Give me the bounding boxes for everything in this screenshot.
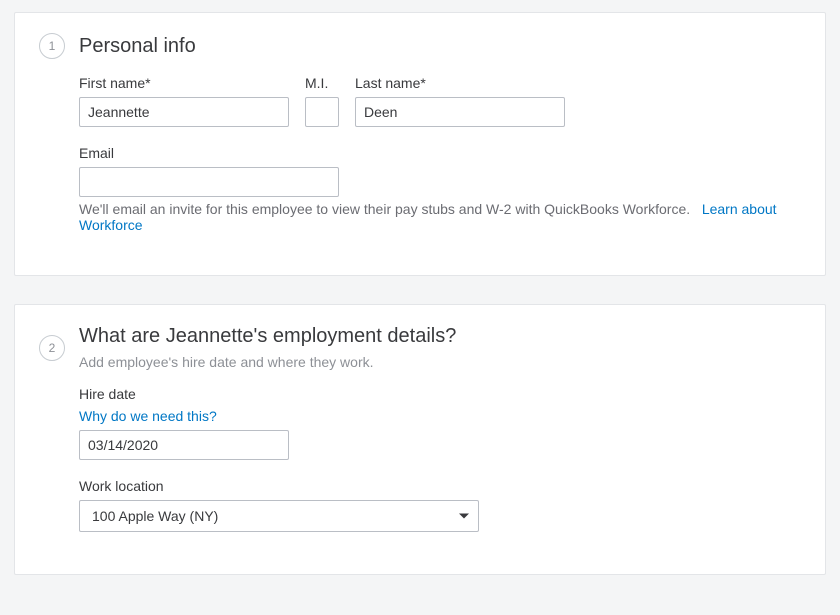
mi-field-group: M.I. bbox=[305, 75, 339, 127]
chevron-down-icon bbox=[459, 514, 469, 519]
email-helper-row: We'll email an invite for this employee … bbox=[79, 201, 801, 233]
hire-date-field-group: Hire date Why do we need this? bbox=[79, 386, 801, 460]
first-name-input[interactable] bbox=[79, 97, 289, 127]
employment-details-card: 2 What are Jeannette's employment detail… bbox=[14, 304, 826, 575]
section-header: 1 Personal info bbox=[39, 33, 801, 59]
hire-date-help-link[interactable]: Why do we need this? bbox=[79, 408, 801, 424]
section-header-2: 2 What are Jeannette's employment detail… bbox=[39, 325, 801, 370]
last-name-field-group: Last name* bbox=[355, 75, 565, 127]
section-title-employment: What are Jeannette's employment details? bbox=[79, 325, 456, 348]
email-label: Email bbox=[79, 145, 801, 161]
step-badge-1: 1 bbox=[39, 33, 65, 59]
work-location-label: Work location bbox=[79, 478, 801, 494]
first-name-field-group: First name* bbox=[79, 75, 289, 127]
step-badge-2: 2 bbox=[39, 335, 65, 361]
section-subtitle-employment: Add employee's hire date and where they … bbox=[79, 354, 456, 370]
work-location-select[interactable]: 100 Apple Way (NY) bbox=[79, 500, 479, 532]
personal-info-card: 1 Personal info First name* M.I. Last na… bbox=[14, 12, 826, 276]
email-input[interactable] bbox=[79, 167, 339, 197]
section-title-personal: Personal info bbox=[79, 35, 196, 58]
last-name-label: Last name* bbox=[355, 75, 565, 91]
hire-date-label: Hire date bbox=[79, 386, 801, 402]
last-name-input[interactable] bbox=[355, 97, 565, 127]
first-name-label: First name* bbox=[79, 75, 289, 91]
hire-date-input[interactable] bbox=[79, 430, 289, 460]
mi-label: M.I. bbox=[305, 75, 339, 91]
work-location-field-group: Work location 100 Apple Way (NY) bbox=[79, 478, 801, 532]
mi-input[interactable] bbox=[305, 97, 339, 127]
email-field-group: Email bbox=[79, 145, 801, 197]
email-helper-text: We'll email an invite for this employee … bbox=[79, 201, 690, 217]
